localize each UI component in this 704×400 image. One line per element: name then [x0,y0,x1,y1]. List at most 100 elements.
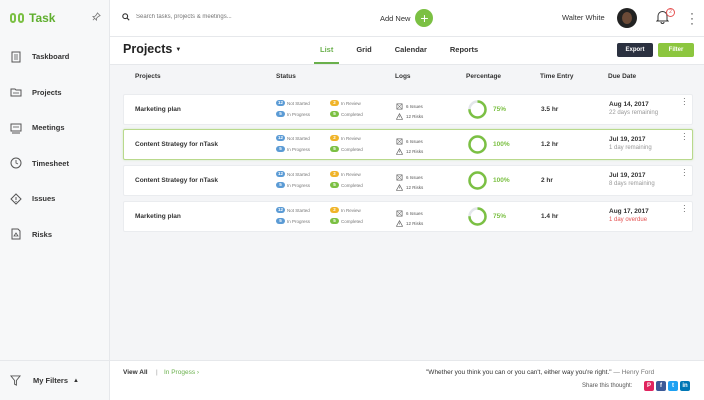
percentage-cell: 75% [467,99,506,120]
facebook-icon[interactable]: f [656,381,666,391]
issues-log[interactable]: 6 Issues [396,101,423,111]
sidebar-item-timesheet[interactable]: Timesheet [0,146,110,182]
issues-icon [396,210,403,216]
status-label: Completed [341,218,363,224]
status-count: 12 Not Started [276,171,310,177]
issues-count: 6 Issues [406,103,423,109]
issues-log[interactable]: 6 Issues [396,172,423,182]
risks-count: 12 Risks [406,184,424,190]
percentage-value: 100% [493,141,510,148]
issues-icon [10,193,22,205]
table-row[interactable]: Content Strategy for nTask 12 Not Starte… [123,165,693,196]
table-row[interactable]: Marketing plan 12 Not Started 2 In Revie… [123,94,693,125]
quote-text: "Whether you think you can or you can't,… [426,369,612,376]
progress-ring [468,171,487,190]
projects-icon [10,88,22,97]
status-count: 5 In Progress [276,111,310,117]
days-remaining: 1 day remaining [609,145,652,151]
warning-icon [396,219,403,227]
column-header-due-date[interactable]: Due Date [608,73,636,80]
risks-log[interactable]: 12 Risks [396,218,423,228]
project-name[interactable]: Content Strategy for nTask [135,177,218,184]
status-label: Completed [341,111,363,117]
tab-reports[interactable]: Reports [450,37,478,64]
column-header-status[interactable]: Status [276,73,296,80]
sidebar-item-taskboard[interactable]: Taskboard [0,39,110,75]
sidebar-item-projects[interactable]: Projects [0,75,110,111]
app-logo[interactable]: Task [10,11,55,25]
more-options-icon[interactable]: · · · [690,7,694,29]
status-label: In Review [341,135,361,141]
status-label: In Review [341,100,361,106]
due-date: Aug 17, 2017 [609,208,649,215]
column-header-percentage[interactable]: Percentage [466,73,501,80]
in-progress-label: In Progess [164,369,196,376]
my-filters-label: My Filters [33,376,69,385]
table-row[interactable]: Marketing plan 12 Not Started 2 In Revie… [123,201,693,232]
status-label: Not Started [287,100,310,106]
project-name[interactable]: Marketing plan [135,213,181,220]
tab-list[interactable]: List [314,37,340,64]
status-count-badge: 5 [276,146,285,152]
tab-calendar[interactable]: Calendar [395,37,427,64]
issues-count: 6 Issues [406,210,423,216]
due-date: Aug 14, 2017 [609,101,649,108]
status-count: 5 Completed [330,146,363,152]
projects-table: Projects Status Logs Percentage Time Ent… [110,65,704,360]
issues-log[interactable]: 6 Issues [396,208,423,218]
row-more-options-icon[interactable]: · · · [683,130,686,144]
status-count: 12 Not Started [276,135,310,141]
status-count: 5 Completed [330,218,363,224]
avatar[interactable] [617,8,637,28]
percentage-value: 100% [493,177,510,184]
project-name[interactable]: Marketing plan [135,106,181,113]
risks-count: 12 Risks [406,148,424,154]
pin-icon[interactable] [92,12,101,21]
column-header-time-entry[interactable]: Time Entry [540,73,573,80]
quote: "Whether you think you can or you can't,… [426,369,654,376]
logs-cell: 6 Issues 12 Risks [396,136,423,156]
project-name[interactable]: Content Strategy for nTask [135,141,218,148]
my-filters[interactable]: My Filters ▲ [0,360,110,400]
row-more-options-icon[interactable]: · · · [683,202,686,216]
issues-log[interactable]: 6 Issues [396,136,423,146]
tab-grid[interactable]: Grid [356,37,371,64]
row-more-options-icon[interactable]: · · · [683,95,686,109]
risks-log[interactable]: 12 Risks [396,146,423,156]
status-count: 5 In Progress [276,218,310,224]
risks-log[interactable]: 12 Risks [396,182,423,192]
status-count-badge: 2 [330,171,339,177]
sidebar-item-issues[interactable]: Issues [0,181,110,217]
user-name[interactable]: Walter White [562,13,605,22]
view-all-link[interactable]: View All [123,369,148,376]
page-title[interactable]: Projects ▼ [123,42,181,56]
due-date-cell: Aug 17, 2017 1 day overdue [609,208,649,223]
linkedin-icon[interactable]: in [680,381,690,391]
sidebar-item-meetings[interactable]: Meetings [0,110,110,146]
risks-log[interactable]: 12 Risks [396,111,423,121]
status-count-badge: 5 [330,182,339,188]
progress-ring [468,100,487,119]
sidebar-item-label: Taskboard [32,52,70,62]
page-title-text: Projects [123,42,173,56]
add-new-button[interactable]: Add New + [380,9,434,27]
status-count: 12 Not Started [276,100,310,106]
column-header-projects[interactable]: Projects [135,73,161,80]
status-count-badge: 12 [276,171,285,177]
export-button[interactable]: Export [617,43,653,57]
row-more-options-icon[interactable]: · · · [683,166,686,180]
search-input[interactable] [136,14,296,20]
status-count-badge: 5 [276,111,285,117]
due-date-cell: Aug 14, 2017 22 days remaining [609,101,658,116]
column-header-logs[interactable]: Logs [395,73,411,80]
status-count: 2 In Review [330,171,361,177]
status-label: In Progress [287,146,311,152]
progress-ring [468,207,487,226]
search-icon [122,13,130,21]
twitter-icon[interactable]: t [668,381,678,391]
sidebar-item-risks[interactable]: Risks [0,217,110,253]
in-progress-filter[interactable]: In Progess › [164,369,199,376]
filter-button[interactable]: Filter [658,43,694,57]
table-row[interactable]: Content Strategy for nTask 12 Not Starte… [123,129,693,160]
pinterest-icon[interactable]: P [644,381,654,391]
